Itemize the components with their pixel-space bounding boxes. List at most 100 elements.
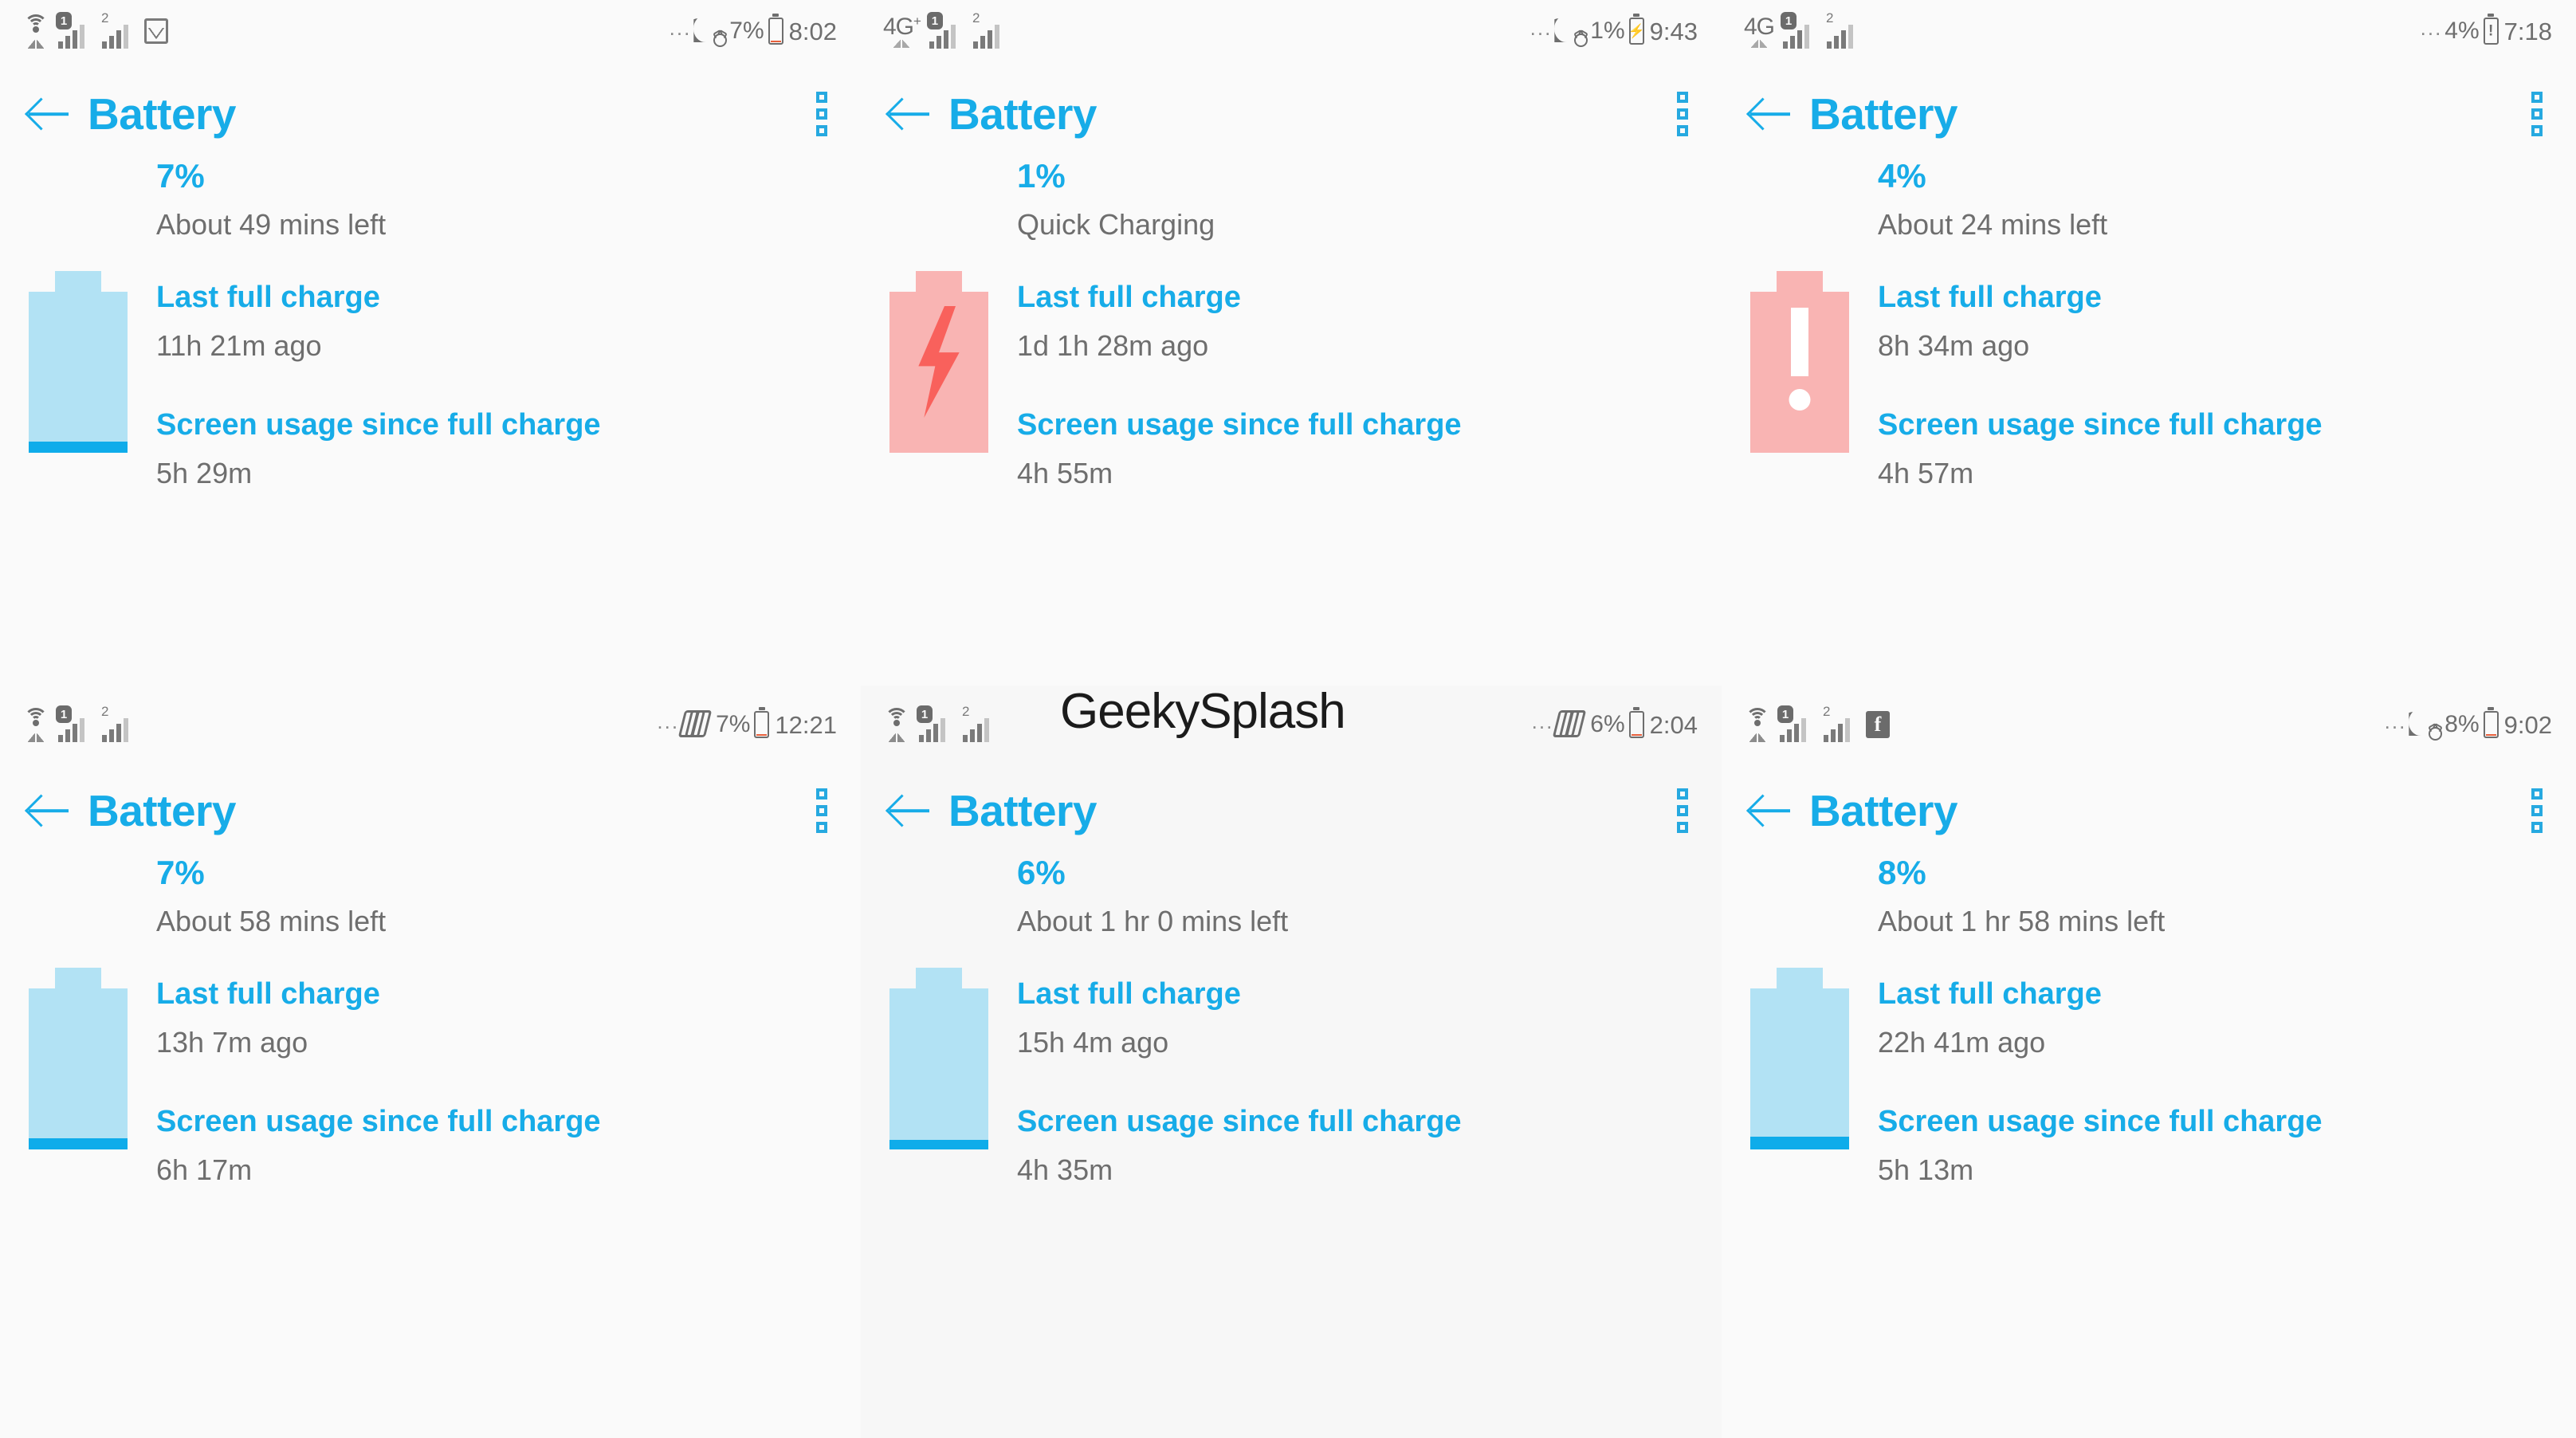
battery-summary: 6% About 1 hr 0 mins left — [861, 856, 1722, 936]
battery-screenshot-collage: 1 2 ... 7% 8:02 Battery 7% About 49 mins… — [0, 0, 2576, 1438]
app-bar: Battery — [1722, 62, 2576, 166]
overflow-menu-icon[interactable] — [811, 87, 832, 141]
screen-usage-label: Screen usage since full charge — [1017, 408, 1462, 442]
sim2-badge: 2 — [962, 704, 970, 719]
overflow-menu-icon[interactable] — [2527, 784, 2547, 838]
battery-detail-row: Last full charge 11h 21m ago Screen usag… — [0, 265, 861, 488]
back-arrow-icon[interactable] — [24, 89, 73, 139]
battery-low-icon — [768, 18, 783, 45]
battery-body: 6% About 1 hr 0 mins left Last full char… — [861, 856, 1722, 1438]
screen-usage-label: Screen usage since full charge — [1017, 1105, 1462, 1138]
battery-graphic-icon — [29, 968, 128, 1149]
vibrate-icon — [1553, 709, 1588, 741]
last-full-charge-label: Last full charge — [1878, 977, 2102, 1011]
screen-usage-value: 4h 55m — [1017, 457, 1113, 489]
moon-alarm-icon — [1554, 15, 1588, 47]
battery-graphic-wrap — [1722, 961, 1878, 1185]
battery-screen-panel-5: 1 2 ... 6% 2:04 Battery 6% About 1 hr 0 … — [861, 686, 1722, 1438]
back-arrow-icon[interactable] — [885, 786, 934, 835]
status-battery-percent: 7% — [729, 18, 764, 44]
battery-summary: 7% About 49 mins left — [0, 159, 861, 239]
last-full-charge-label: Last full charge — [1017, 281, 1241, 314]
signal-sim2-icon: 2 — [100, 704, 137, 742]
screen-usage-value: 6h 17m — [156, 1153, 253, 1186]
battery-screen-panel-4: 1 2 ... 7% 12:21 Battery 7% About 58 min… — [0, 686, 861, 1438]
battery-graphic-wrap — [861, 961, 1017, 1185]
sim2-badge: 2 — [1826, 10, 1834, 26]
status-bar: 4G+ 1 2 ... 1% ⚡ 9:43 — [861, 0, 1722, 62]
overflow-menu-icon[interactable] — [1672, 87, 1693, 141]
signal-sim1-icon: 1 — [56, 12, 93, 49]
back-arrow-icon[interactable] — [24, 786, 73, 835]
battery-detail-row: Last full charge 1d 1h 28m ago Screen us… — [861, 265, 1722, 488]
battery-summary: 4% About 24 mins left — [1722, 159, 2576, 239]
battery-stats: Last full charge 11h 21m ago Screen usag… — [156, 265, 861, 488]
app-bar: Battery — [0, 62, 861, 166]
battery-detail-row: Last full charge 15h 4m ago Screen usage… — [861, 961, 1722, 1185]
status-bar-right: ... 8% 9:02 — [2385, 709, 2552, 741]
status-clock: 9:02 — [2503, 710, 2552, 739]
status-bar: 4G 1 2 ... 4% ! 7:18 — [1722, 0, 2576, 62]
battery-alert-icon: ! — [2483, 18, 2499, 45]
sim2-badge: 2 — [101, 10, 109, 26]
sim2-badge: 2 — [972, 10, 980, 26]
signal-sim2-icon: 2 — [1822, 704, 1859, 742]
more-notifications-icon: ... — [2384, 709, 2407, 733]
last-full-charge-label: Last full charge — [156, 281, 380, 314]
last-full-charge-value: 8h 34m ago — [1878, 329, 2030, 362]
network-4g-icon: 4G — [1744, 14, 1775, 48]
status-clock: 2:04 — [1649, 710, 1698, 739]
app-bar: Battery — [861, 759, 1722, 862]
overflow-menu-icon[interactable] — [2527, 87, 2547, 141]
app-bar: Battery — [1722, 759, 2576, 862]
signal-sim1-icon: 1 — [917, 705, 954, 742]
battery-summary: 8% About 1 hr 58 mins left — [1722, 856, 2576, 936]
signal-sim2-icon: 2 — [100, 10, 137, 49]
status-clock: 8:02 — [788, 17, 837, 45]
battery-graphic-wrap — [0, 961, 156, 1185]
battery-charging-icon: ⚡ — [1628, 18, 1645, 45]
network-4g-plus-icon: 4G+ — [883, 14, 921, 48]
battery-summary: 1% Quick Charging — [861, 159, 1722, 239]
battery-stats: Last full charge 15h 4m ago Screen usage… — [1017, 961, 1722, 1185]
wifi-icon — [1744, 708, 1771, 742]
battery-low-icon — [1628, 711, 1644, 738]
overflow-menu-icon[interactable] — [1672, 784, 1693, 838]
battery-stats: Last full charge 13h 7m ago Screen usage… — [156, 961, 861, 1185]
more-notifications-icon: ... — [1531, 709, 1554, 733]
battery-time-left: Quick Charging — [1017, 208, 1215, 241]
status-battery-percent: 1% — [1590, 18, 1625, 44]
app-bar: Battery — [0, 759, 861, 862]
screen-usage-label: Screen usage since full charge — [156, 408, 601, 442]
status-battery-percent: 4% — [2444, 18, 2480, 44]
status-bar-left: 4G 1 2 — [1744, 10, 1862, 49]
battery-graphic-wrap — [861, 265, 1017, 488]
overflow-menu-icon[interactable] — [811, 784, 832, 838]
back-arrow-icon[interactable] — [885, 89, 934, 139]
battery-percent: 7% — [156, 157, 205, 194]
battery-stats: Last full charge 22h 41m ago Screen usag… — [1878, 961, 2576, 1185]
screen-usage-label: Screen usage since full charge — [1878, 408, 2323, 442]
battery-detail-row: Last full charge 22h 41m ago Screen usag… — [1722, 961, 2576, 1185]
status-battery-percent: 8% — [2444, 711, 2480, 737]
battery-time-left: About 49 mins left — [156, 208, 387, 241]
signal-sim2-icon: 2 — [1825, 10, 1862, 49]
battery-graphic-icon — [1750, 968, 1849, 1149]
sim2-badge: 2 — [101, 704, 109, 719]
battery-graphic-icon — [889, 968, 988, 1149]
battery-low-icon — [2483, 711, 2499, 738]
battery-time-left: About 1 hr 58 mins left — [1878, 905, 2166, 937]
page-title: Battery — [88, 785, 237, 835]
back-arrow-icon[interactable] — [1745, 786, 1795, 835]
moon-alarm-icon — [693, 15, 728, 47]
status-clock: 12:21 — [775, 710, 837, 739]
more-notifications-icon: ... — [657, 709, 680, 733]
back-arrow-icon[interactable] — [1745, 89, 1795, 139]
signal-sim1-icon: 1 — [1777, 705, 1815, 742]
battery-percent: 8% — [1878, 854, 1926, 891]
battery-time-left: About 24 mins left — [1878, 208, 2108, 241]
battery-alert-graphic-icon — [1750, 271, 1849, 453]
facebook-icon: f — [1866, 711, 1890, 738]
lightning-bolt-icon — [911, 306, 967, 418]
status-bar-left: 1 2 — [22, 704, 137, 742]
